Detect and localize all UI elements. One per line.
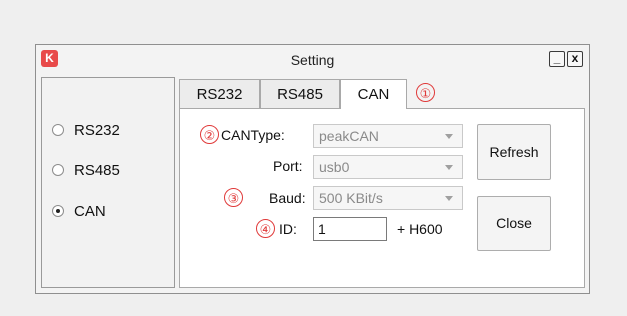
setting-window: K Setting _ x RS232 RS485 CAN RS232 RS48… [35, 44, 590, 294]
radio-rs232[interactable]: RS232 [52, 120, 120, 140]
radio-can-indicator[interactable] [52, 205, 64, 217]
close-button[interactable]: Close [477, 196, 551, 251]
port-value: usb0 [319, 159, 350, 175]
refresh-button[interactable]: Refresh [477, 124, 551, 180]
radio-rs485[interactable]: RS485 [52, 160, 120, 180]
minimize-button[interactable]: _ [549, 51, 565, 67]
cantype-value: peakCAN [319, 128, 379, 144]
window-title: Setting [290, 52, 335, 68]
cantype-select[interactable]: peakCAN [313, 124, 463, 148]
radio-can-label: CAN [74, 202, 106, 220]
baud-select[interactable]: 500 KBit/s [313, 186, 463, 210]
id-suffix: + H600 [397, 221, 443, 237]
radio-rs232-label: RS232 [74, 121, 120, 139]
title-bar[interactable]: K Setting _ x [36, 45, 589, 74]
annotation-2: ② [200, 125, 219, 144]
port-select[interactable]: usb0 [313, 155, 463, 179]
radio-rs485-label: RS485 [74, 161, 120, 179]
port-label: Port: [273, 158, 303, 174]
tab-can[interactable]: CAN [340, 79, 407, 109]
annotation-3: ③ [224, 188, 243, 207]
chevron-down-icon [445, 165, 453, 170]
chevron-down-icon [445, 196, 453, 201]
baud-label: Baud: [269, 190, 306, 206]
radio-rs232-indicator[interactable] [52, 124, 64, 136]
id-label: ID: [279, 221, 297, 237]
tab-rs232[interactable]: RS232 [179, 79, 260, 108]
tab-rs485[interactable]: RS485 [260, 79, 340, 108]
annotation-4: ④ [256, 219, 275, 238]
annotation-1: ① [416, 83, 435, 102]
radio-can[interactable]: CAN [52, 201, 106, 221]
can-settings-panel: ② CANType: peakCAN Port: usb0 ③ Baud: 50… [179, 108, 585, 288]
close-window-button[interactable]: x [567, 51, 583, 67]
chevron-down-icon [445, 134, 453, 139]
interface-selector: RS232 RS485 CAN [41, 77, 175, 288]
radio-rs485-indicator[interactable] [52, 164, 64, 176]
id-input[interactable]: 1 [313, 217, 387, 241]
baud-value: 500 KBit/s [319, 190, 383, 206]
cantype-label: CANType: [221, 127, 285, 143]
